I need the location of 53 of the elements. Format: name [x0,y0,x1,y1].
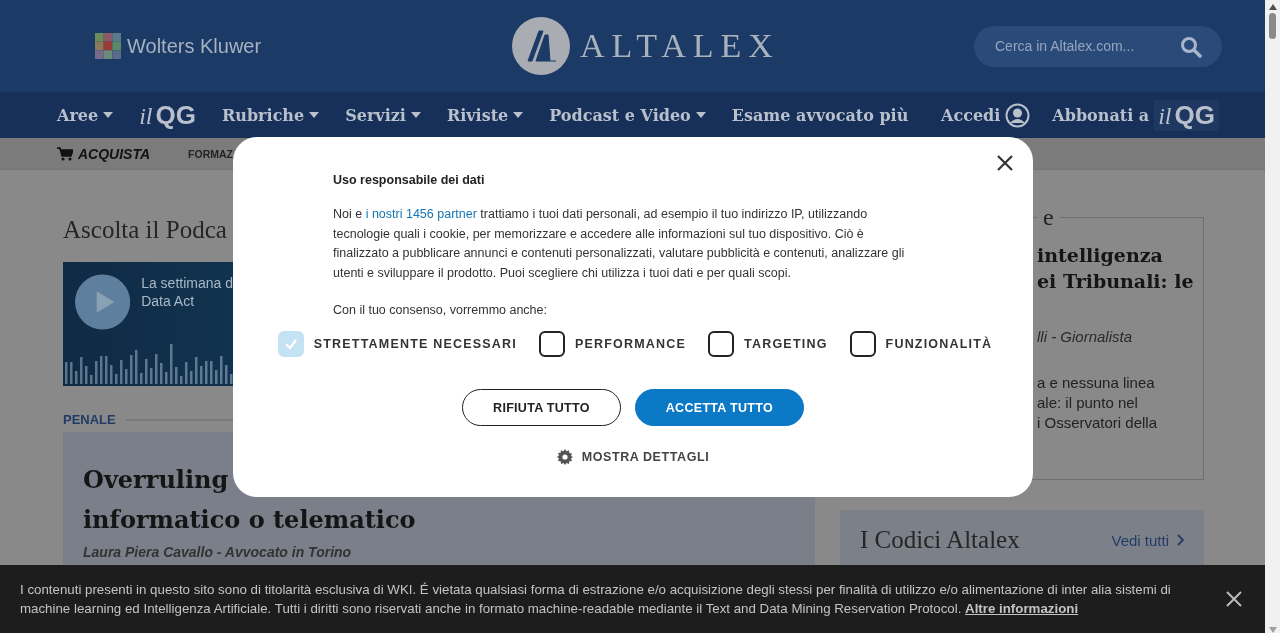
chevron-icon [1177,534,1184,546]
nav-link[interactable]: Podcast e Video [549,105,706,125]
brand-name: Wolters Kluwer [127,34,262,58]
subscribe-link[interactable]: Abbonati a ilQG [1052,99,1219,131]
more-info-link[interactable]: Altre informazioni [965,601,1079,616]
podcast-player[interactable]: La settimana d Data Act [63,262,233,386]
article-title: Overruling informatico o telematico [83,464,417,536]
search-icon[interactable] [1180,35,1202,58]
site-logo: ALTALEX [580,27,780,65]
user-icon [1005,102,1031,128]
consent-option[interactable]: PERFORMANCE [538,331,687,357]
checkbox[interactable] [538,331,565,357]
play-icon[interactable] [75,274,131,330]
login-link[interactable]: Accedi [941,102,1031,128]
nav-link[interactable]: FORMAZ [188,147,233,160]
accept-all-button[interactable]: ACCETTA TUTTO [634,389,804,426]
article-author: Laura Piera Cavallo - Avvocato in Torino [83,544,353,560]
checkbox[interactable] [849,331,876,357]
cart-icon [57,146,73,161]
consent-subheading: Con il tuo consenso, vorremmo anche: [333,303,548,318]
nav-link[interactable]: Esame avvocato più [731,105,909,125]
show-details-button[interactable]: MOSTRA DETTAGLI [550,448,716,466]
qg-logo-link[interactable]: ilQG [139,99,196,131]
search-field[interactable]: Cerca in Altalex.com... [974,25,1222,67]
reject-all-button[interactable]: RIFIUTA TUTTO [462,389,621,426]
featured-summary: a e nessuna linea ale: il punto nel i Osservatori della [1037,373,1159,433]
episode-title: La settimana d Data Act [141,274,233,310]
nav-link[interactable]: Aree [57,105,114,125]
shop-link[interactable]: ACQUISTA [57,145,151,162]
consent-option[interactable]: TARGETING [708,331,828,357]
logo-icon [512,17,570,75]
featured-title: intelligenza ei Tribunali: le [1037,243,1193,294]
scroll-up-icon[interactable] [1268,4,1277,10]
dialog-title: Uso responsabile dei dati [333,173,486,187]
panel-title: I Codici Altalex [860,526,1020,554]
scroll-thumb[interactable] [1269,13,1276,39]
nav-link[interactable]: Riviste [446,105,524,125]
consent-option: STRETTAMENTE NECESSARI [277,331,517,357]
consent-paragraph: Noi e i nostri 1456 partner trattiamo i tuoi dati personali, ad esempio il tuo indirizzo IP, utilizzando tecnologie quali i cookie, per memorizzare e accedere alle informazioni sul tuo dispositivo. Ciò è finalizzato a pubblicare annunci e contenuti personalizzati, valutare pubblicità e contenuti, analizzare gli utenti e sviluppare il prodotto. Puoi scegliere chi utilizza i tuoi dati e per quali scopi. [333,206,906,282]
close-icon [1226,591,1242,607]
checkbox[interactable] [708,331,735,357]
consent-option[interactable]: FUNZIONALITÀ [849,331,993,357]
featured-author: lli - Giornalista [1037,328,1134,345]
notice-text: I contenuti presenti in questo sito sono di titolarità esclusiva di WKI. É vietata qualsiasi forma di estrazione e/o acquisizione degli stessi per finalità di utilizzo e/o alimentazione di inter alia sistemi di machine learning ed Intelligenza Artificiale. Tutti i diritti sono riservati anche in formato machine-readable mediante il Text and Data Mining Reservation Protocol. Altre informazioni [20,581,1172,618]
nav-link[interactable]: Servizi [345,105,421,125]
scrollbar[interactable] [1265,0,1280,633]
settings-icon [556,449,573,465]
close-icon [997,155,1013,171]
check-icon [283,337,298,351]
nav-link[interactable]: Rubriche [222,105,320,125]
partners-link[interactable]: i nostri 1456 partner [365,207,477,221]
logo-icon [95,33,121,59]
section-heading: Ascolta il Podca [63,216,227,245]
